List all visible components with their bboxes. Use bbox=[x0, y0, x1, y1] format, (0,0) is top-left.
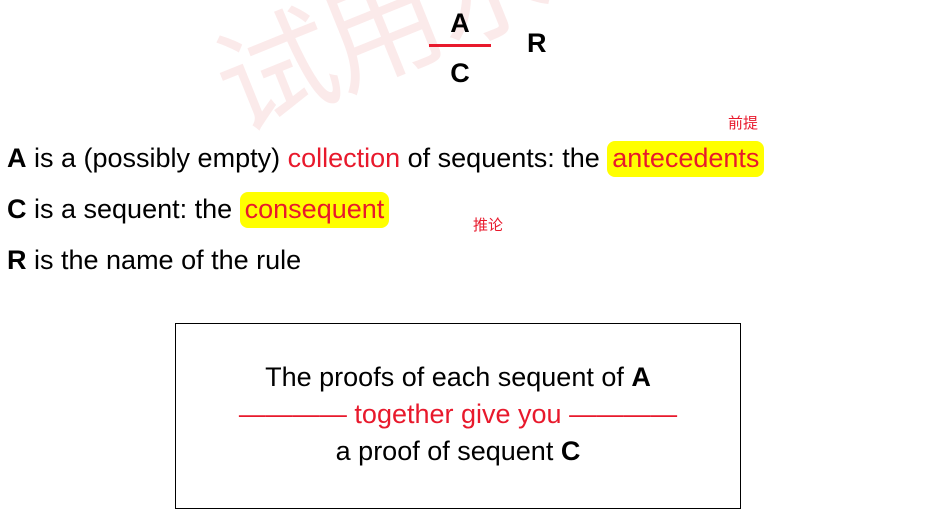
rule-bar bbox=[429, 44, 491, 47]
box-term-a: A bbox=[631, 362, 651, 392]
rule-premise: A bbox=[450, 8, 470, 38]
line-a-text-2: of sequents: the bbox=[400, 143, 608, 173]
definition-line-a: A is a (possibly empty) collection of se… bbox=[7, 141, 765, 177]
box-line-1: The proofs of each sequent of A bbox=[176, 364, 740, 391]
rule-name: R bbox=[527, 28, 547, 58]
line-r-text: is the name of the rule bbox=[26, 245, 302, 275]
inference-rule: A C bbox=[420, 4, 500, 94]
box-line-3-text: a proof of sequent bbox=[335, 436, 561, 466]
highlight-antecedents: antecedents bbox=[607, 141, 765, 177]
definition-line-c: C is a sequent: the consequent bbox=[7, 192, 390, 228]
term-c: C bbox=[7, 194, 27, 224]
box-term-c: C bbox=[560, 436, 581, 466]
highlight-consequent: consequent bbox=[239, 192, 390, 228]
term-a: A bbox=[7, 143, 27, 173]
summary-box: The proofs of each sequent of A ———— tog… bbox=[175, 323, 741, 509]
line-c-text: is a sequent: the bbox=[26, 194, 240, 224]
box-line-3: a proof of sequent C bbox=[176, 438, 740, 465]
box-line-1-text: The proofs of each sequent of bbox=[265, 362, 632, 392]
box-line-2: ———— together give you ———— bbox=[238, 399, 678, 429]
term-r: R bbox=[7, 245, 27, 275]
definition-line-r: R is the name of the rule bbox=[7, 247, 301, 274]
note-antecedents: 前提 bbox=[728, 114, 759, 132]
rule-conclusion: C bbox=[450, 58, 470, 88]
line-a-text-1: is a (possibly empty) bbox=[26, 143, 288, 173]
word-collection: collection bbox=[287, 143, 401, 173]
note-consequent: 推论 bbox=[473, 216, 504, 234]
